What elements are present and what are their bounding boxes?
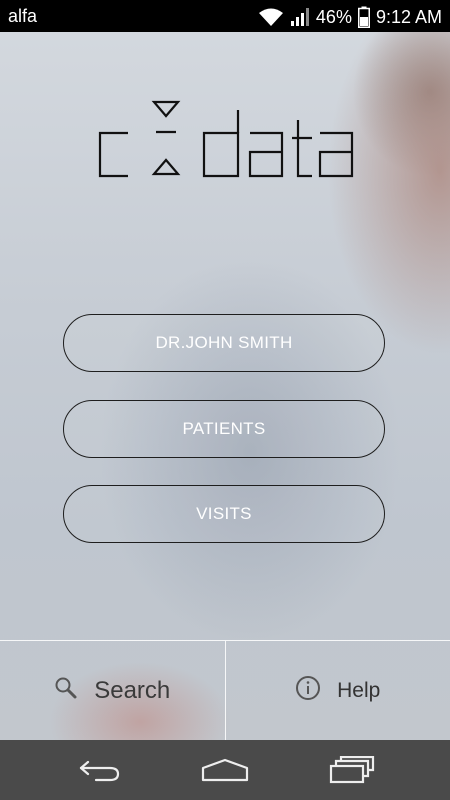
visits-button[interactable]: VISITS	[63, 485, 385, 543]
doctor-profile-label: DR.JOHN SMITH	[155, 333, 293, 352]
battery-icon	[357, 6, 370, 28]
navigation-bar	[0, 740, 450, 800]
clock: 9:12 AM	[375, 6, 442, 27]
help-label: Help	[337, 679, 381, 702]
signal-icon	[290, 7, 310, 27]
carrier-name: alfa	[8, 6, 38, 26]
help-button[interactable]: Help	[226, 641, 450, 741]
visits-label: VISITS	[196, 504, 252, 523]
search-icon	[54, 676, 78, 707]
battery-percent: 46%	[315, 6, 352, 27]
home-icon[interactable]	[201, 756, 249, 789]
doctor-profile-button[interactable]: DR.JOHN SMITH	[63, 314, 385, 372]
recents-icon[interactable]	[329, 755, 375, 789]
status-bar: alfa 46% 9:12 AM	[0, 0, 450, 32]
bottom-actions: Search Help	[0, 640, 450, 741]
wifi-icon	[258, 7, 284, 27]
back-icon[interactable]	[78, 756, 122, 789]
patients-label: PATIENTS	[182, 419, 266, 438]
search-button[interactable]: Search	[0, 641, 226, 741]
app-logo	[98, 100, 354, 180]
search-label: Search	[94, 677, 171, 704]
info-icon	[295, 675, 321, 707]
patients-button[interactable]: PATIENTS	[63, 400, 385, 458]
